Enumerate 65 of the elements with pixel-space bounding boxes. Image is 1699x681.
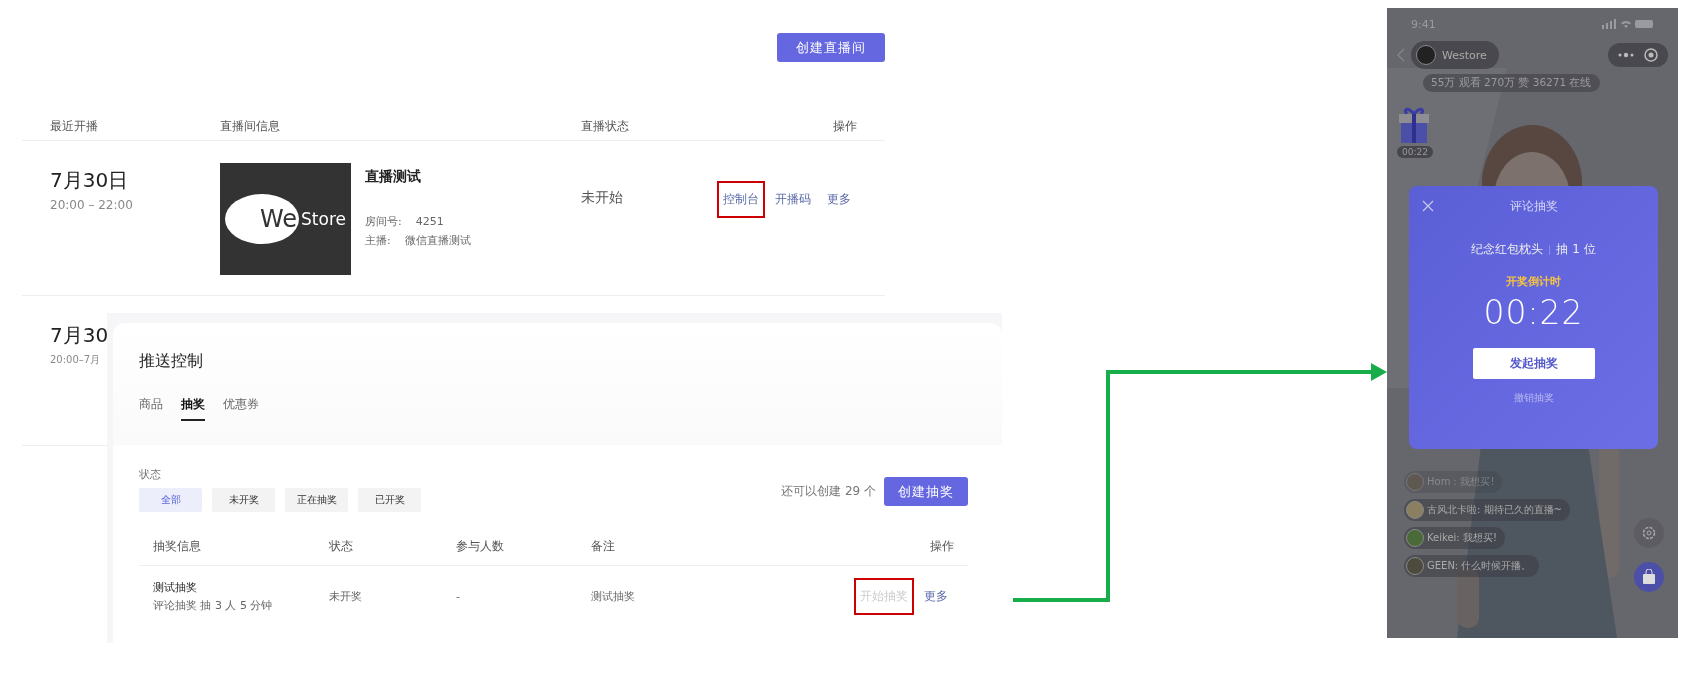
- room-number: 4251: [415, 214, 444, 230]
- table-cell-text: -: [456, 589, 461, 603]
- create-lottery-button[interactable]: 创建抽奖: [884, 477, 968, 506]
- countdown-label: 开奖倒计时: [1506, 274, 1561, 289]
- account-name: Westore: [1442, 48, 1487, 62]
- tab[interactable]: 抽奖: [181, 396, 205, 421]
- gift-icon[interactable]: [1397, 106, 1431, 144]
- gift-timer: 00:22: [1397, 146, 1433, 158]
- quota-text: 还可以创建 29 个: [781, 483, 876, 500]
- action-link[interactable]: 更多: [821, 181, 857, 218]
- lottery-detail: 评论抽奖 抽 3 人 5 分钟: [153, 597, 274, 613]
- host-name: 微信直播测试: [404, 233, 471, 249]
- winner-count: 抽 1 位: [1556, 241, 1596, 258]
- time-range: 20:00–7月: [50, 353, 101, 367]
- column-header: 操作: [930, 538, 954, 555]
- room-title: 直播测试: [365, 168, 422, 186]
- tab[interactable]: 优惠券: [223, 396, 259, 421]
- capsule-menu[interactable]: [1608, 43, 1668, 67]
- create-room-button[interactable]: 创建直播间: [777, 33, 885, 62]
- live-status: 未开始: [581, 188, 624, 207]
- comment-text: GEEN: 什么时候开播。: [1427, 559, 1532, 573]
- column-header: 抽奖信息: [153, 538, 202, 555]
- filter-chip[interactable]: 未开奖: [212, 488, 275, 512]
- status-icons: [1602, 19, 1654, 29]
- filter-chip[interactable]: 正在抽奖: [285, 488, 348, 512]
- start-lottery-button[interactable]: 发起抽奖: [1472, 348, 1595, 379]
- account-pill[interactable]: Westore: [1411, 41, 1499, 69]
- prize-name: 纪念红包枕头: [1471, 241, 1544, 258]
- filter-label: 状态: [139, 467, 162, 482]
- account-avatar: [1416, 45, 1436, 65]
- room-label: 房间号:: [365, 214, 402, 230]
- column-header: 操作: [833, 118, 857, 135]
- table-cell-text: 测试抽奖: [591, 588, 636, 604]
- countdown-timer: 00:22: [1483, 293, 1584, 332]
- close-target-icon[interactable]: [1644, 48, 1658, 62]
- live-stats: 55万 观看 270万 赞 36271 在线: [1423, 74, 1600, 92]
- action-link[interactable]: 更多: [918, 577, 954, 615]
- time-range: 20:00 – 22:00: [50, 198, 133, 212]
- action-link[interactable]: 控制台: [717, 181, 765, 218]
- date-text: 7月30日: [50, 167, 129, 194]
- column-header: 参与人数: [456, 538, 505, 555]
- filter-chip[interactable]: 全部: [139, 488, 202, 512]
- logo-mark: We: [225, 194, 300, 244]
- logo-word: Store: [301, 209, 346, 229]
- comment-text: Keikei: 我想买!: [1427, 531, 1497, 545]
- user-avatar: [1406, 473, 1424, 491]
- bag-icon: [1642, 569, 1656, 585]
- dialog-title: 评论抽奖: [1509, 198, 1558, 215]
- table-cell-text: 未开奖: [329, 588, 363, 604]
- column-header: 最近开播: [50, 118, 99, 135]
- date-text: 7月30: [50, 322, 109, 349]
- lottery-name: 测试抽奖: [153, 579, 198, 595]
- action-link[interactable]: 开播码: [769, 181, 817, 218]
- column-header: 直播状态: [581, 118, 630, 135]
- host-label: 主播:: [365, 233, 391, 249]
- close-icon[interactable]: [1422, 200, 1434, 212]
- panel-title: 推送控制: [139, 351, 204, 372]
- more-icon[interactable]: [1618, 52, 1634, 58]
- column-header: 状态: [329, 538, 354, 555]
- column-header: 直播间信息: [220, 118, 281, 135]
- comment-text: 古风北卡啦: 期待已久的直播~: [1427, 503, 1562, 517]
- settings-icon: [1641, 525, 1657, 541]
- tab[interactable]: 商品: [139, 396, 163, 421]
- filter-chip[interactable]: 已开奖: [358, 488, 421, 512]
- column-header: 备注: [591, 538, 616, 555]
